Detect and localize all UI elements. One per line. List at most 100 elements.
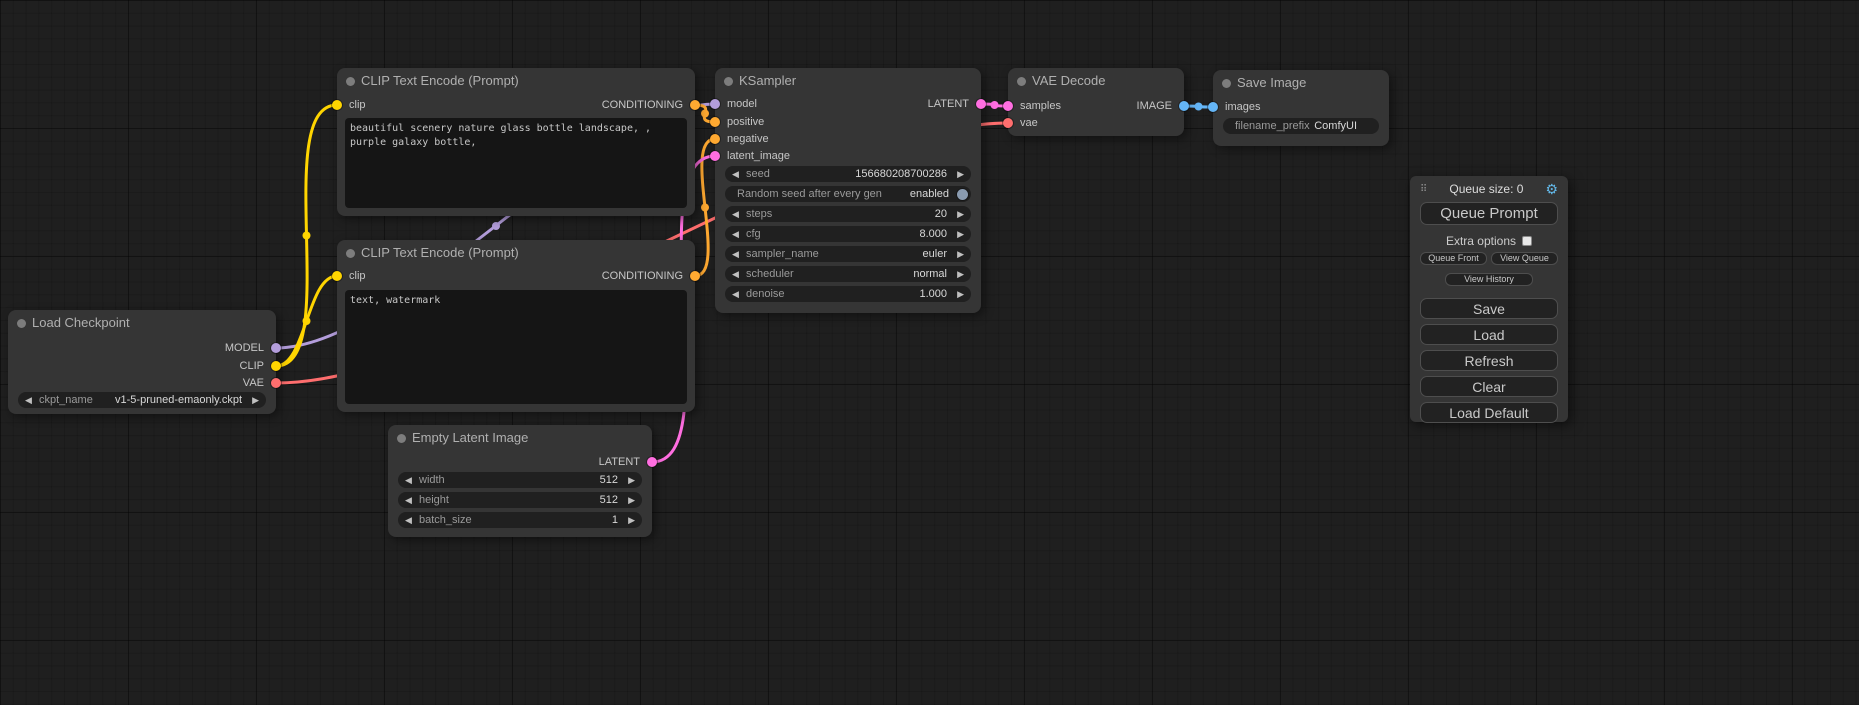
queue-panel-header: ⠿ Queue size: 0 ⚙: [1420, 180, 1558, 198]
widget-value: ComfyUI: [1314, 118, 1357, 134]
drag-handle-icon[interactable]: ⠿: [1420, 184, 1427, 195]
output-pin-vae[interactable]: [271, 378, 281, 388]
output-pin-conditioning[interactable]: [690, 100, 700, 110]
ckpt-name-widget[interactable]: ◀ ckpt_name v1-5-pruned-emaonly.ckpt ▶: [18, 392, 266, 408]
increment-arrow-icon[interactable]: ▶: [957, 286, 964, 302]
output-pin-conditioning[interactable]: [690, 271, 700, 281]
decrement-arrow-icon[interactable]: ◀: [732, 166, 739, 182]
widget-name: scheduler: [746, 266, 794, 282]
widget-value: enabled: [910, 186, 949, 202]
input-label: samples: [1020, 98, 1061, 114]
refresh-button[interactable]: Refresh: [1420, 350, 1558, 371]
collapse-dot-icon[interactable]: [1222, 79, 1231, 88]
input-pin-positive[interactable]: [710, 117, 720, 127]
denoise-widget[interactable]: ◀ denoise 1.000 ▶: [725, 286, 971, 302]
node-clip-text-encode-positive[interactable]: CLIP Text Encode (Prompt) clip CONDITION…: [337, 68, 695, 216]
settings-gear-icon[interactable]: ⚙: [1545, 182, 1558, 196]
prev-value-arrow-icon[interactable]: ◀: [732, 266, 739, 282]
output-pin-image[interactable]: [1179, 101, 1189, 111]
link-dot-conditioning-negative: [701, 204, 709, 212]
node-header[interactable]: Save Image: [1213, 70, 1389, 96]
height-widget[interactable]: ◀ height 512 ▶: [398, 492, 642, 508]
widget-value: 8.000: [919, 226, 947, 242]
output-pin-clip[interactable]: [271, 361, 281, 371]
seed-widget[interactable]: ◀ seed 156680208700286 ▶: [725, 166, 971, 182]
increment-arrow-icon[interactable]: ▶: [957, 206, 964, 222]
output-pin-latent[interactable]: [976, 99, 986, 109]
widget-value: euler: [923, 246, 947, 262]
collapse-dot-icon[interactable]: [397, 434, 406, 443]
filename-prefix-widget[interactable]: filename_prefix ComfyUI: [1223, 118, 1379, 134]
next-value-arrow-icon[interactable]: ▶: [252, 392, 259, 408]
sampler-name-widget[interactable]: ◀ sampler_name euler ▶: [725, 246, 971, 262]
node-header[interactable]: CLIP Text Encode (Prompt): [337, 240, 695, 266]
node-graph-canvas[interactable]: Load Checkpoint MODEL CLIP VAE ◀ ckpt_na…: [0, 0, 1859, 705]
increment-arrow-icon[interactable]: ▶: [628, 492, 635, 508]
node-empty-latent-image[interactable]: Empty Latent Image LATENT ◀ width 512 ▶ …: [388, 425, 652, 537]
increment-arrow-icon[interactable]: ▶: [957, 166, 964, 182]
input-pin-model[interactable]: [710, 99, 720, 109]
queue-prompt-button[interactable]: Queue Prompt: [1420, 202, 1558, 225]
decrement-arrow-icon[interactable]: ◀: [732, 226, 739, 242]
positive-prompt-textarea[interactable]: beautiful scenery nature glass bottle la…: [345, 118, 687, 208]
load-default-button[interactable]: Load Default: [1420, 402, 1558, 423]
decrement-arrow-icon[interactable]: ◀: [405, 512, 412, 528]
input-pin-vae[interactable]: [1003, 118, 1013, 128]
prev-value-arrow-icon[interactable]: ◀: [732, 246, 739, 262]
width-widget[interactable]: ◀ width 512 ▶: [398, 472, 642, 488]
collapse-dot-icon[interactable]: [1017, 77, 1026, 86]
node-save-image[interactable]: Save Image images filename_prefix ComfyU…: [1213, 70, 1389, 146]
node-header[interactable]: Empty Latent Image: [388, 425, 652, 451]
node-header[interactable]: KSampler: [715, 68, 981, 94]
extra-options-checkbox[interactable]: [1522, 236, 1532, 246]
link-dot-latent-to-vae: [991, 101, 999, 109]
input-pin-clip[interactable]: [332, 100, 342, 110]
decrement-arrow-icon[interactable]: ◀: [405, 492, 412, 508]
input-pin-clip[interactable]: [332, 271, 342, 281]
output-label: CONDITIONING: [602, 97, 683, 113]
node-load-checkpoint[interactable]: Load Checkpoint MODEL CLIP VAE ◀ ckpt_na…: [8, 310, 276, 414]
decrement-arrow-icon[interactable]: ◀: [732, 286, 739, 302]
decrement-arrow-icon[interactable]: ◀: [405, 472, 412, 488]
node-ksampler[interactable]: KSampler model LATENT positive negative …: [715, 68, 981, 313]
queue-front-button[interactable]: Queue Front: [1420, 252, 1487, 265]
next-value-arrow-icon[interactable]: ▶: [957, 266, 964, 282]
input-pin-samples[interactable]: [1003, 101, 1013, 111]
toggle-dot-icon[interactable]: [957, 189, 968, 200]
input-pin-images[interactable]: [1208, 102, 1218, 112]
input-pin-negative[interactable]: [710, 134, 720, 144]
cfg-widget[interactable]: ◀ cfg 8.000 ▶: [725, 226, 971, 242]
view-queue-button[interactable]: View Queue: [1491, 252, 1558, 265]
node-vae-decode[interactable]: VAE Decode samples IMAGE vae: [1008, 68, 1184, 136]
node-header[interactable]: VAE Decode: [1008, 68, 1184, 94]
output-label: VAE: [243, 375, 264, 391]
increment-arrow-icon[interactable]: ▶: [628, 472, 635, 488]
decrement-arrow-icon[interactable]: ◀: [732, 206, 739, 222]
node-clip-text-encode-negative[interactable]: CLIP Text Encode (Prompt) clip CONDITION…: [337, 240, 695, 412]
negative-prompt-textarea[interactable]: text, watermark: [345, 290, 687, 404]
node-header[interactable]: CLIP Text Encode (Prompt): [337, 68, 695, 94]
collapse-dot-icon[interactable]: [17, 319, 26, 328]
collapse-dot-icon[interactable]: [724, 77, 733, 86]
load-button[interactable]: Load: [1420, 324, 1558, 345]
increment-arrow-icon[interactable]: ▶: [628, 512, 635, 528]
collapse-dot-icon[interactable]: [346, 77, 355, 86]
random-seed-toggle-widget[interactable]: Random seed after every gen enabled: [725, 186, 971, 202]
collapse-dot-icon[interactable]: [346, 249, 355, 258]
steps-widget[interactable]: ◀ steps 20 ▶: [725, 206, 971, 222]
output-pin-model[interactable]: [271, 343, 281, 353]
output-label: IMAGE: [1137, 98, 1172, 114]
node-header[interactable]: Load Checkpoint: [8, 310, 276, 336]
input-pin-latent-image[interactable]: [710, 151, 720, 161]
clear-button[interactable]: Clear: [1420, 376, 1558, 397]
output-pin-latent[interactable]: [647, 457, 657, 467]
scheduler-widget[interactable]: ◀ scheduler normal ▶: [725, 266, 971, 282]
save-button[interactable]: Save: [1420, 298, 1558, 319]
increment-arrow-icon[interactable]: ▶: [957, 226, 964, 242]
view-history-button[interactable]: View History: [1445, 273, 1533, 286]
prev-value-arrow-icon[interactable]: ◀: [25, 392, 32, 408]
batch-size-widget[interactable]: ◀ batch_size 1 ▶: [398, 512, 642, 528]
input-slot-images: images: [1213, 99, 1389, 115]
next-value-arrow-icon[interactable]: ▶: [957, 246, 964, 262]
input-label: positive: [727, 114, 764, 130]
